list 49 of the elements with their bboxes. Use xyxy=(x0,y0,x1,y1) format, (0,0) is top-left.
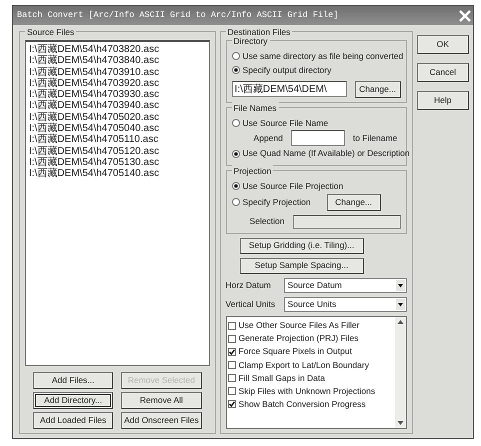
button[interactable]: Add Files... xyxy=(33,372,114,389)
list-item[interactable]: I:\西藏DEM\54\h4705110.asc xyxy=(29,134,158,146)
suffix-label: to Filename xyxy=(352,132,398,145)
group-label: File Names xyxy=(232,102,279,114)
option-label: Fill Small Gaps in Data xyxy=(238,372,325,384)
button[interactable]: Add Onscreen Files xyxy=(121,412,202,429)
list-item[interactable]: I:\西藏DEM\54\h4703820.asc xyxy=(29,44,160,56)
button[interactable]: OK xyxy=(416,35,469,54)
list-item[interactable]: I:\西藏DEM\54\h4705130.asc xyxy=(29,156,160,168)
option-label: Clamp Export to Lat/Lon Boundary xyxy=(238,358,369,372)
button[interactable]: Setup Gridding (i.e. Tiling)... xyxy=(240,238,364,254)
option-label: Generate Projection (PRJ) Files xyxy=(238,332,359,346)
button[interactable]: Help xyxy=(416,91,469,110)
option-label: Use Quad Name (If Available) or Description xyxy=(242,147,410,160)
list-item[interactable]: I:\西藏DEM\54\h4705120.asc xyxy=(29,146,160,157)
option-label: Use Source File Name xyxy=(242,116,328,130)
dropdown[interactable]: Source Units xyxy=(284,296,407,312)
selection-label: Selection xyxy=(250,215,285,228)
list-item[interactable]: I:\西藏DEM\54\h4703940.asc xyxy=(29,100,160,112)
option-label: Show Batch Conversion Progress xyxy=(238,398,366,411)
option-label: Use same directory as file being converted xyxy=(242,50,404,63)
option-label: Skip Files with Unknown Projections xyxy=(238,384,376,398)
button[interactable]: Add Directory... xyxy=(33,392,114,409)
dropdown[interactable]: Source Datum xyxy=(284,278,407,293)
list-item[interactable]: I:\西藏DEM\54\h4705040.asc xyxy=(29,123,160,134)
button[interactable]: Setup Sample Spacing... xyxy=(240,258,364,274)
button[interactable]: Cancel xyxy=(416,63,469,82)
option-label: Specify Projection xyxy=(242,196,311,209)
units-label: Vertical Units xyxy=(226,298,276,311)
button[interactable]: Remove All xyxy=(121,392,202,409)
option-label: Specify output directory xyxy=(242,64,332,76)
window-title: Batch Convert [Arc/Info ASCII Grid to Arc/Info ASCII Grid File] xyxy=(17,9,338,22)
datum-label: Horz Datum xyxy=(226,278,272,292)
list-item[interactable]: I:\西藏DEM\54\h4703920.asc xyxy=(29,78,160,90)
group-label: Projection xyxy=(232,165,274,178)
option-label: Use Source File Projection xyxy=(242,180,344,193)
button[interactable]: Change... xyxy=(326,194,381,211)
option-label: Force Square Pixels in Output xyxy=(238,345,352,358)
path-field: I:\西藏DEM\54\DEM\ xyxy=(232,81,347,97)
button[interactable]: Add Loaded Files xyxy=(33,412,114,429)
list-item[interactable]: I:\西藏DEM\54\h4703840.asc xyxy=(29,55,160,67)
list-item[interactable]: I:\西藏DEM\54\h4703930.asc xyxy=(29,89,160,100)
button[interactable]: Change... xyxy=(354,80,401,98)
group-label: Directory xyxy=(232,35,270,48)
append-label: Append xyxy=(254,132,283,145)
list-item[interactable]: I:\西藏DEM\54\h4705140.asc xyxy=(29,168,160,180)
option-label: Use Other Source Files As Filler xyxy=(238,319,360,332)
list-item[interactable]: I:\西藏DEM\54\h4703910.asc xyxy=(29,66,160,78)
list-item[interactable]: I:\西藏DEM\54\h4705020.asc xyxy=(29,112,160,124)
